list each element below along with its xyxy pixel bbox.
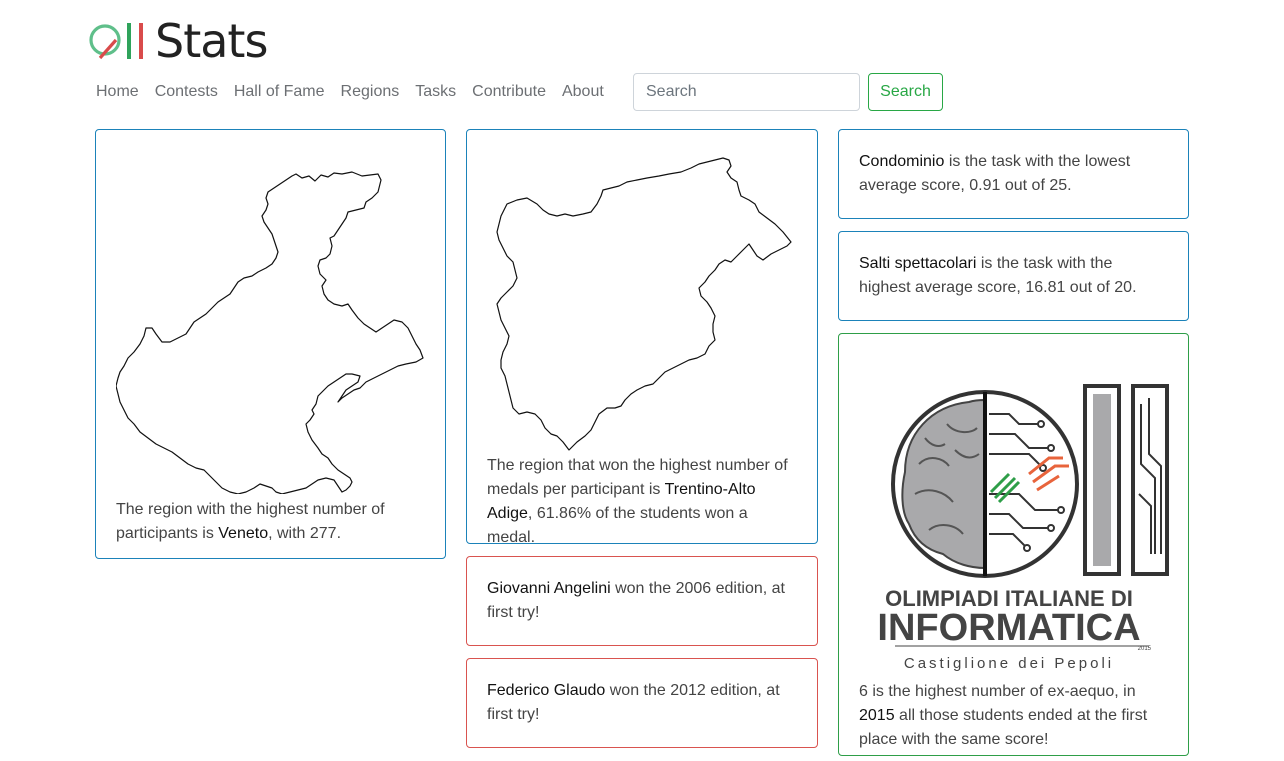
nav-about[interactable]: About: [562, 82, 604, 102]
main-nav: Home Contests Hall of Fame Regions Tasks…: [96, 82, 620, 102]
region-participants-card[interactable]: The region with the highest number of pa…: [95, 129, 446, 559]
region-participants-text: The region with the highest number of pa…: [116, 501, 385, 542]
nav-contribute[interactable]: Contribute: [472, 82, 546, 102]
nav-hall-of-fame[interactable]: Hall of Fame: [234, 82, 325, 102]
logo-line-2: INFORMATICA: [877, 607, 1140, 649]
highest-score-task-card[interactable]: Salti spettacolari is the task with the …: [838, 231, 1189, 321]
veneto-map: [116, 171, 424, 494]
logo-year: 2015: [1138, 646, 1152, 652]
first-try-card-2[interactable]: Federico Glaudo won the 2012 edition, at…: [466, 658, 818, 748]
brand-name: Stats: [155, 14, 268, 68]
nav-regions[interactable]: Regions: [341, 82, 400, 102]
search-input[interactable]: [633, 73, 860, 111]
nav-tasks[interactable]: Tasks: [415, 82, 456, 102]
contestant-name-link[interactable]: Federico Glaudo: [487, 682, 605, 699]
trentino-map: [496, 157, 792, 451]
ex-aequo-card[interactable]: OLIMPIADI ITALIANE DI INFORMATICA 2015 C…: [838, 333, 1189, 756]
contestant-name-link[interactable]: Giovanni Angelini: [487, 580, 611, 597]
task-name-link[interactable]: Condominio: [859, 153, 944, 170]
first-try-text-2: Federico Glaudo won the 2012 edition, at…: [487, 682, 780, 723]
lowest-score-task-text: Condominio is the task with the lowest a…: [859, 153, 1131, 194]
nav-contests[interactable]: Contests: [155, 82, 218, 102]
first-try-card-1[interactable]: Giovanni Angelini won the 2006 edition, …: [466, 556, 818, 646]
region-medals-text: The region that won the highest number o…: [487, 457, 788, 546]
lowest-score-task-card[interactable]: Condominio is the task with the lowest a…: [838, 129, 1189, 219]
region-medals-card[interactable]: The region that won the highest number o…: [466, 129, 818, 546]
brand-logo[interactable]: Stats: [88, 14, 268, 68]
logo-location: Castiglione dei Pepoli: [904, 655, 1114, 672]
first-try-text-1: Giovanni Angelini won the 2006 edition, …: [487, 580, 785, 621]
oii-2015-logo: OLIMPIADI ITALIANE DI INFORMATICA 2015 C…: [877, 384, 1169, 672]
highest-score-task-text: Salti spettacolari is the task with the …: [859, 255, 1137, 296]
ex-aequo-text: 6 is the highest number of ex-aequo, in …: [859, 683, 1148, 748]
task-name-link[interactable]: Salti spettacolari: [859, 255, 976, 272]
edition-year-link[interactable]: 2015: [859, 707, 895, 724]
search-button[interactable]: Search: [868, 73, 943, 111]
region-name-link[interactable]: Veneto: [218, 525, 268, 542]
nav-home[interactable]: Home: [96, 82, 139, 102]
oii-logo-icon: [89, 23, 143, 60]
